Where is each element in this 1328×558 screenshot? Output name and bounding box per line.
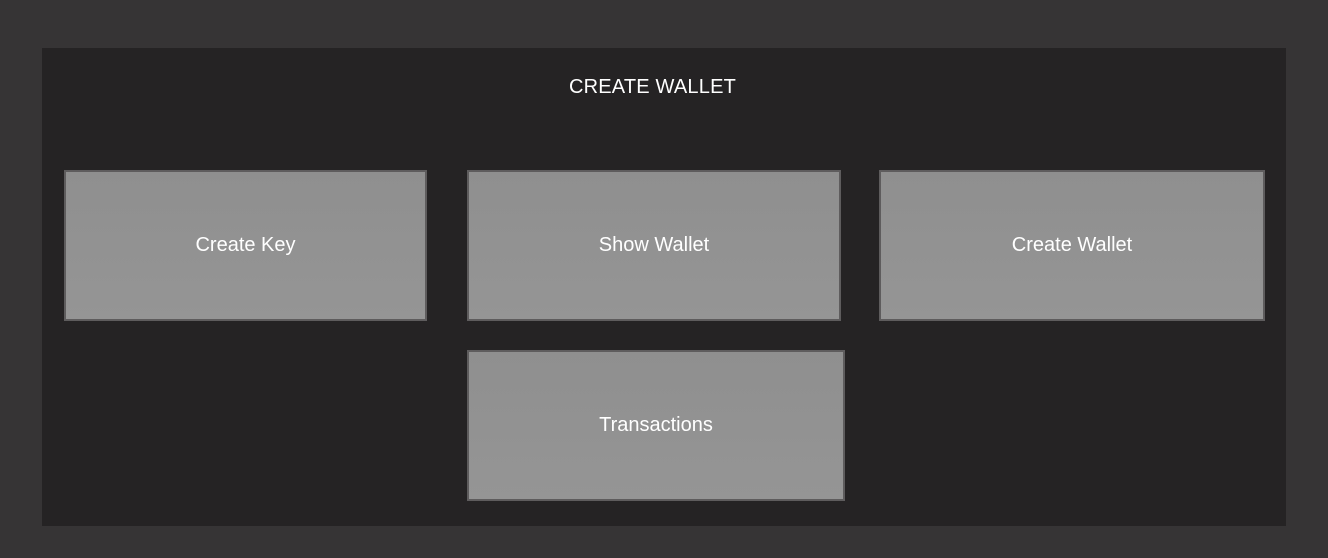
create-key-label: Create Key bbox=[195, 234, 296, 256]
transactions-label: Transactions bbox=[599, 414, 713, 436]
transactions-button[interactable]: Transactions bbox=[467, 350, 845, 501]
show-wallet-button[interactable]: Show Wallet bbox=[467, 170, 841, 321]
page-title: CREATE WALLET bbox=[568, 76, 737, 98]
show-wallet-label: Show Wallet bbox=[598, 234, 710, 256]
create-wallet-button[interactable]: Create Wallet bbox=[879, 170, 1265, 321]
create-key-button[interactable]: Create Key bbox=[64, 170, 427, 321]
create-wallet-label: Create Wallet bbox=[1011, 234, 1133, 256]
